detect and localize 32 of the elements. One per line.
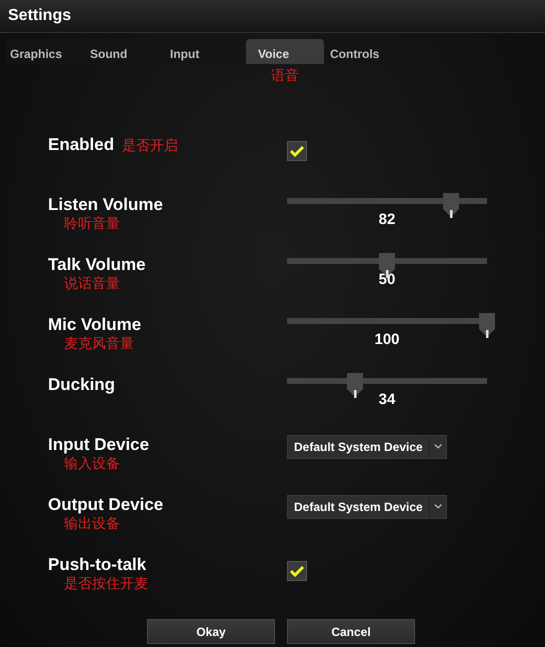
slider-value: 82: [378, 211, 396, 228]
setting-label: Enabled: [48, 135, 114, 155]
tab[interactable]: Voice: [246, 39, 324, 64]
dialog-button[interactable]: Okay: [147, 619, 275, 644]
annotation: 输入设备: [64, 455, 120, 473]
annotation: 麦克风音量: [64, 335, 134, 353]
setting-label: Mic Volume: [48, 315, 142, 335]
setting-label: Input Device: [48, 435, 150, 455]
annotation: 聆听音量: [64, 215, 120, 233]
setting-label: Output Device: [48, 495, 164, 515]
slider-value: 100: [374, 331, 400, 348]
checkbox[interactable]: [287, 561, 307, 581]
slider-value: 34: [378, 391, 396, 408]
dropdown[interactable]: Default System Device: [287, 435, 447, 459]
dialog-button[interactable]: Cancel: [287, 619, 415, 644]
window-title: Settings: [8, 7, 72, 25]
setting-label: Talk Volume: [48, 255, 146, 275]
annotation: 是否按住开麦: [64, 575, 148, 593]
annotation: 是否开启: [122, 137, 178, 155]
slider-thumb[interactable]: [346, 373, 364, 399]
setting-label: Ducking: [48, 375, 116, 395]
slider-thumb[interactable]: [478, 313, 496, 339]
annotation: 语音: [271, 67, 299, 85]
dropdown[interactable]: Default System Device: [287, 495, 447, 519]
check-icon: [290, 145, 304, 157]
slider-thumb[interactable]: [442, 193, 460, 219]
annotation: 输出设备: [64, 515, 120, 533]
setting-label: Listen Volume: [48, 195, 163, 215]
checkbox[interactable]: [287, 141, 307, 161]
annotation: 说话音量: [64, 275, 120, 293]
setting-label: Push-to-talk: [48, 555, 146, 575]
check-icon: [290, 565, 304, 577]
